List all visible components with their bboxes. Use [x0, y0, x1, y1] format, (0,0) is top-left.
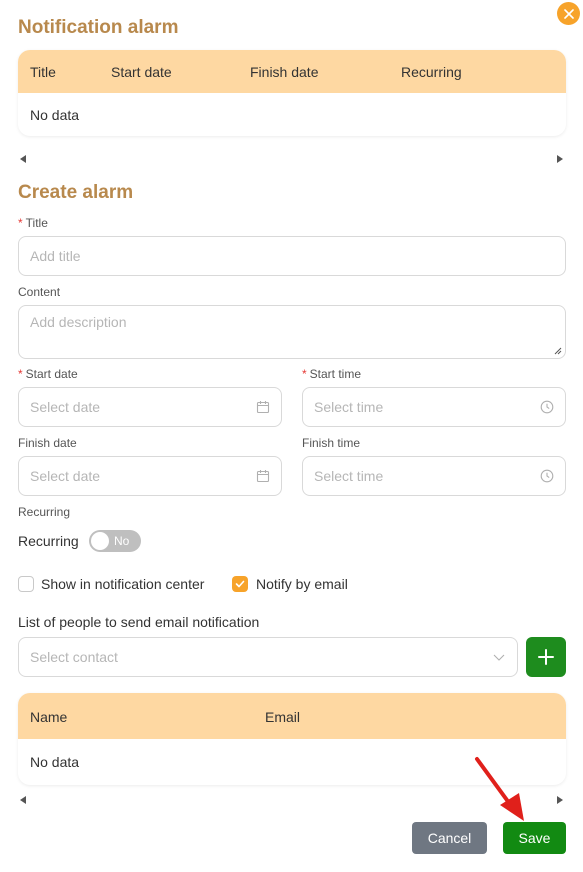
- clock-icon: [540, 469, 554, 483]
- start-time-placeholder: Select time: [314, 399, 384, 415]
- title-input-placeholder: Add title: [30, 248, 81, 264]
- clock-icon: [540, 400, 554, 414]
- check-icon: [235, 580, 245, 588]
- column-header-start-date: Start date: [111, 64, 172, 80]
- recurring-section-label: Recurring: [18, 505, 71, 519]
- recurring-toggle-label: Recurring: [18, 533, 79, 549]
- column-header-title: Title: [30, 64, 56, 80]
- contacts-list-label: List of people to send email notificatio…: [18, 614, 260, 630]
- scroll-left-arrow[interactable]: [20, 796, 26, 804]
- column-header-email: Email: [265, 709, 301, 725]
- show-in-notification-center-checkbox[interactable]: [18, 576, 34, 592]
- start-date-placeholder: Select date: [30, 399, 101, 415]
- add-contact-button[interactable]: [526, 637, 566, 677]
- finish-time-label: Finish time: [302, 436, 361, 450]
- title-field-label: * Title: [18, 216, 48, 230]
- notify-by-email-checkbox[interactable]: [232, 576, 248, 592]
- calendar-icon: [256, 470, 270, 483]
- recurring-toggle[interactable]: No: [89, 530, 141, 552]
- scroll-right-arrow[interactable]: [557, 155, 563, 163]
- calendar-icon: [256, 401, 270, 414]
- empty-state-text: No data: [30, 754, 80, 770]
- empty-state-text: No data: [30, 107, 80, 123]
- finish-time-placeholder: Select time: [314, 468, 384, 484]
- scroll-right-arrow[interactable]: [557, 796, 563, 804]
- finish-date-label: Finish date: [18, 436, 77, 450]
- chevron-down-icon: [493, 654, 505, 661]
- column-header-finish-date: Finish date: [250, 64, 319, 80]
- create-alarm-title: Create alarm: [18, 182, 134, 203]
- start-time-picker[interactable]: Select time: [302, 387, 566, 427]
- table-header: Title Start date Finish date Recurring: [18, 50, 566, 93]
- start-date-label: * Start date: [18, 367, 78, 381]
- toggle-state-text: No: [114, 534, 130, 548]
- column-header-recurring: Recurring: [401, 64, 462, 80]
- required-marker: *: [302, 367, 307, 381]
- column-header-name: Name: [30, 709, 68, 725]
- annotation-arrow-icon: [475, 757, 524, 821]
- resize-grip-icon[interactable]: [554, 347, 562, 355]
- start-time-label: * Start time: [302, 367, 362, 381]
- show-in-notification-center-label[interactable]: Show in notification center: [41, 576, 204, 592]
- scroll-left-arrow[interactable]: [20, 155, 26, 163]
- notification-alarm-title: Notification alarm: [18, 17, 179, 38]
- content-textarea[interactable]: Add description: [18, 305, 566, 359]
- close-button[interactable]: [557, 2, 580, 25]
- contact-select[interactable]: Select contact: [18, 637, 518, 677]
- plus-icon: [538, 649, 554, 665]
- required-marker: *: [18, 216, 23, 230]
- start-date-picker[interactable]: Select date: [18, 387, 282, 427]
- required-marker: *: [18, 367, 23, 381]
- finish-time-picker[interactable]: Select time: [302, 456, 566, 496]
- contact-select-placeholder: Select contact: [30, 649, 118, 665]
- table-header: Name Email: [18, 693, 566, 739]
- finish-date-placeholder: Select date: [30, 468, 101, 484]
- toggle-knob: [91, 532, 109, 550]
- notify-by-email-label[interactable]: Notify by email: [256, 576, 348, 592]
- notification-alarm-table: Title Start date Finish date Recurring N…: [18, 50, 566, 136]
- content-placeholder: Add description: [30, 314, 127, 330]
- close-icon: [563, 8, 574, 19]
- finish-date-picker[interactable]: Select date: [18, 456, 282, 496]
- content-field-label: Content: [18, 285, 61, 299]
- table-body: No data: [18, 93, 566, 136]
- title-input[interactable]: Add title: [18, 236, 566, 276]
